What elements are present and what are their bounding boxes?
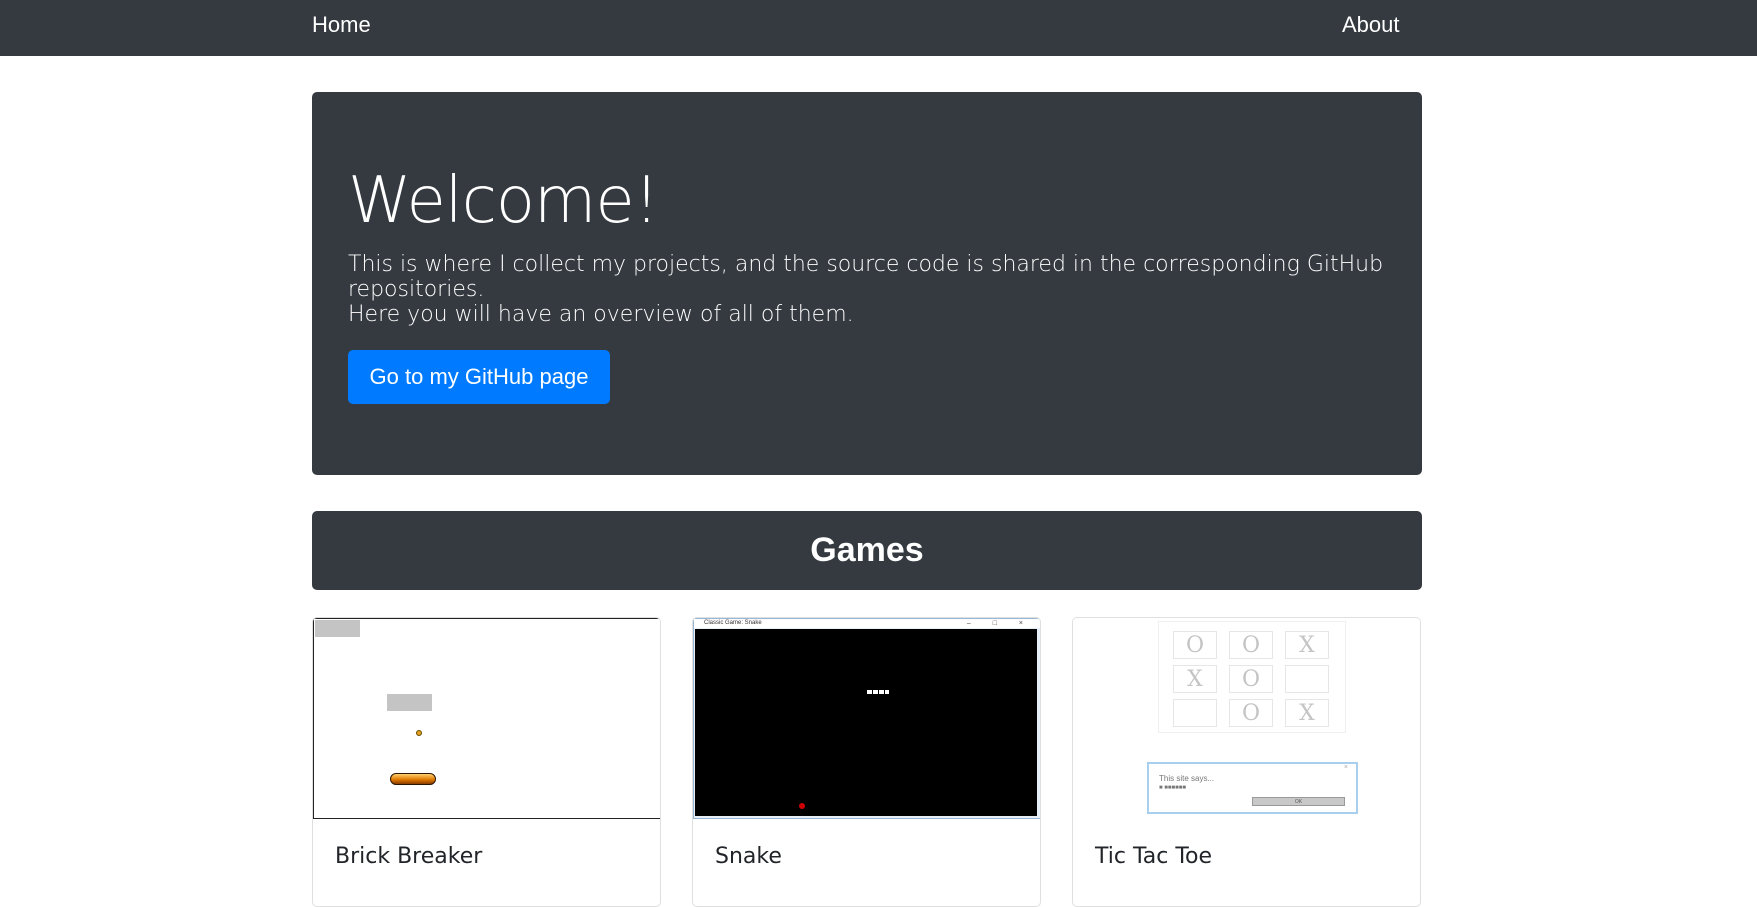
snake-board	[695, 629, 1037, 816]
ball-shape	[416, 730, 422, 736]
game-card-snake[interactable]: Classic Game: Snake – □ × Snake	[692, 617, 1041, 907]
tic-tac-toe-board: O O X X O O X	[1158, 621, 1346, 733]
card-title: Tic Tac Toe	[1095, 844, 1213, 869]
dialog-message: ■ ■■■■■■	[1159, 785, 1187, 791]
brick-shape	[387, 694, 432, 711]
github-page-button[interactable]: Go to my GitHub page	[348, 350, 610, 404]
brick-breaker-screenshot	[313, 618, 660, 819]
games-section-header: Games	[312, 511, 1422, 590]
card-title: Snake	[715, 844, 782, 869]
game-card-brick-breaker[interactable]: Brick Breaker	[312, 617, 661, 907]
welcome-jumbotron: Welcome! This is where I collect my proj…	[312, 92, 1422, 475]
welcome-title: Welcome!	[348, 164, 659, 238]
nav-about-link[interactable]: About	[1342, 12, 1400, 38]
games-title: Games	[810, 531, 924, 569]
board-cell: O	[1173, 631, 1217, 659]
brick-shape	[315, 620, 360, 637]
board-cell: O	[1229, 665, 1273, 693]
top-navbar: Home About	[0, 0, 1757, 56]
alert-dialog: × This site says... ■ ■■■■■■ OK	[1147, 762, 1358, 814]
overview-text: Here you will have an overview of all of…	[348, 302, 854, 327]
close-icon: ×	[1343, 764, 1348, 771]
dialog-ok-button: OK	[1252, 797, 1345, 806]
dialog-title: This site says...	[1159, 774, 1215, 783]
snake-food-shape	[799, 803, 805, 809]
intro-text: This is where I collect my projects, and…	[348, 252, 1384, 302]
board-cell	[1173, 699, 1217, 727]
board-cell: X	[1285, 699, 1329, 727]
board-cell: O	[1229, 699, 1273, 727]
board-cell: O	[1229, 631, 1273, 659]
snake-screenshot: Classic Game: Snake – □ ×	[693, 618, 1040, 819]
board-cell: X	[1285, 631, 1329, 659]
board-cell: X	[1173, 665, 1217, 693]
board-cell	[1285, 665, 1329, 693]
nav-home-link[interactable]: Home	[312, 12, 371, 38]
card-title: Brick Breaker	[335, 844, 483, 869]
game-card-tic-tac-toe[interactable]: O O X X O O X × This site says... ■ ■■■■…	[1072, 617, 1421, 907]
paddle-shape	[390, 773, 436, 785]
window-controls-icon: – □ ×	[966, 620, 1033, 627]
snake-body-shape	[867, 690, 889, 694]
tic-tac-toe-screenshot: O O X X O O X × This site says... ■ ■■■■…	[1073, 618, 1420, 819]
